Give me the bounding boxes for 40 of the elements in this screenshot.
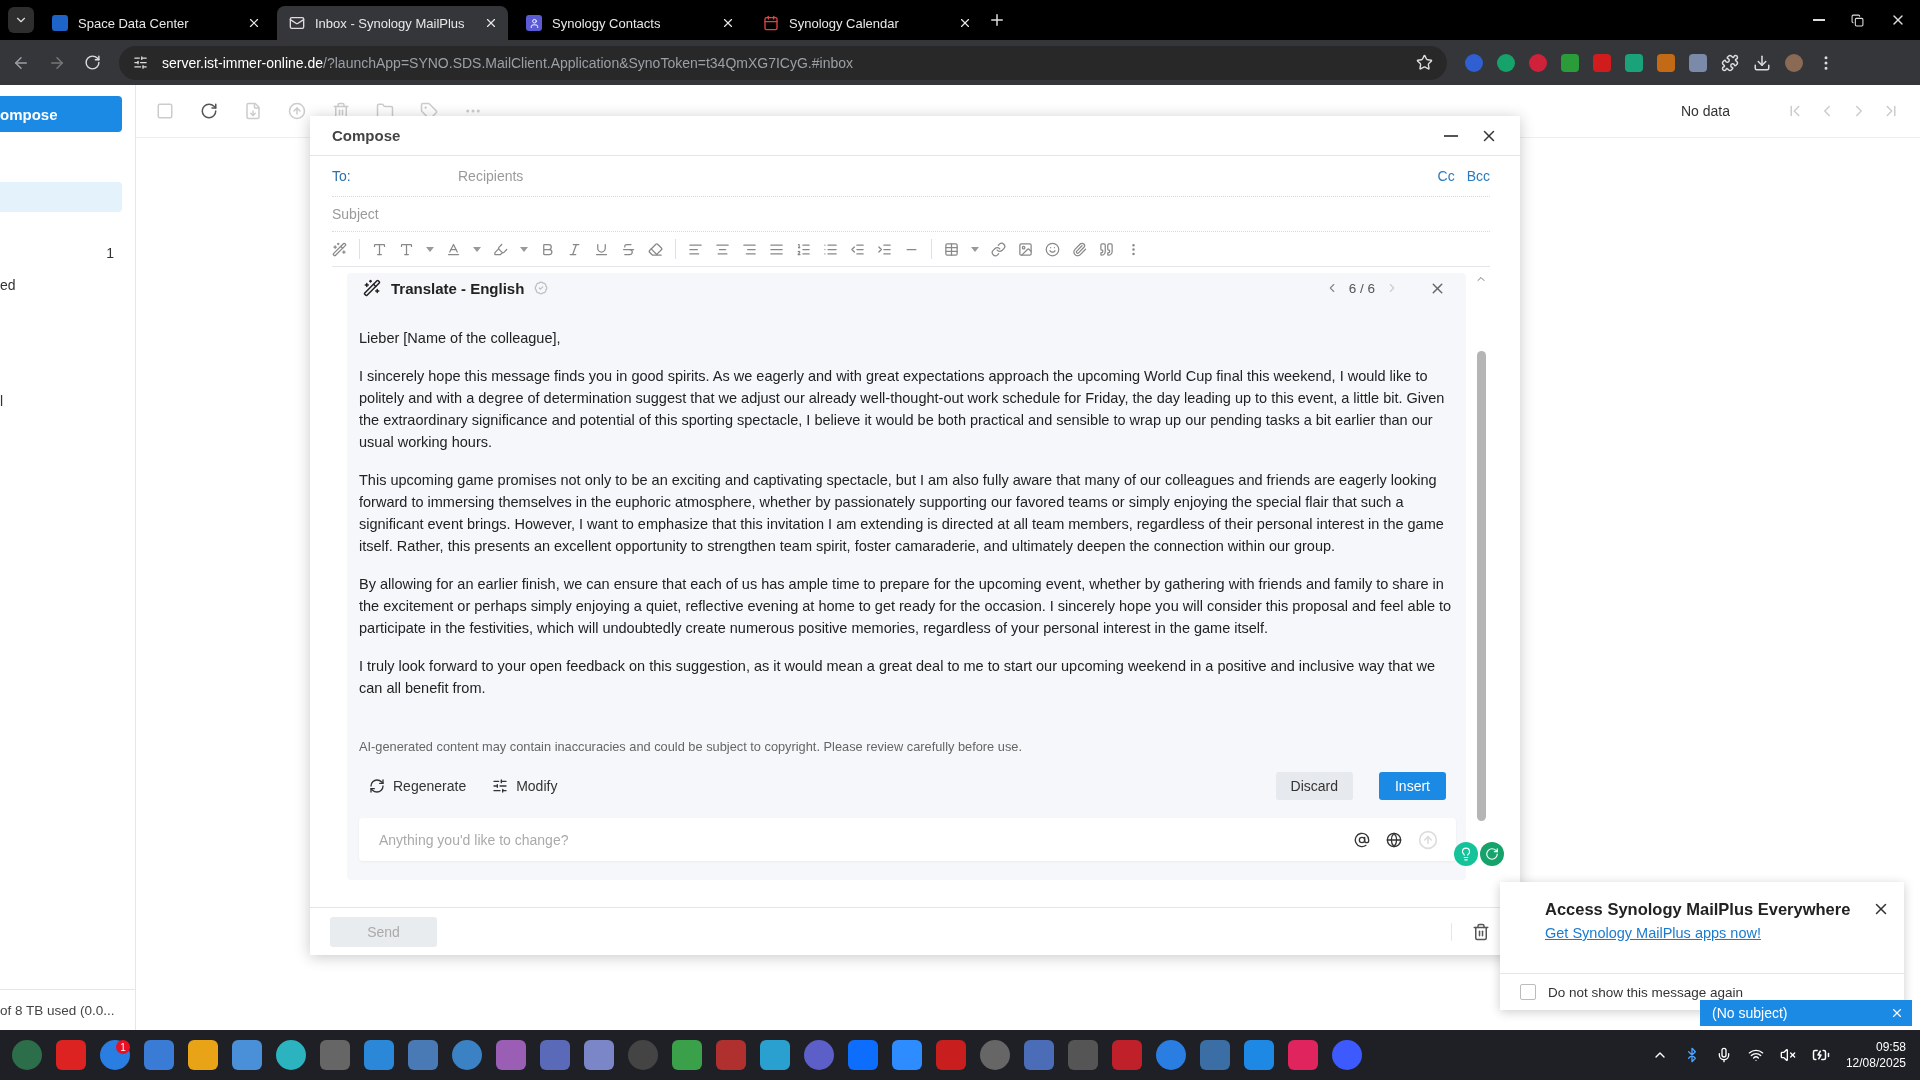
result-paragraph: Lieber [Name of the colleague],	[359, 329, 562, 348]
checkbox-label: Do not show this message again	[1548, 984, 1744, 1000]
url-host: server.ist-immer-online.de	[162, 54, 324, 71]
prompt-input[interactable]: Anything you'd like to change?	[377, 830, 1338, 849]
prompt-field[interactable]: Anything you'd like to change?	[359, 818, 1456, 861]
compose-button[interactable]: ompose	[0, 96, 122, 132]
regenerate-button[interactable]: Regenerate	[369, 774, 467, 798]
app-icon[interactable]: 1	[100, 1040, 130, 1070]
ai-title: Translate - English	[391, 279, 525, 297]
unread-count: 1	[106, 245, 114, 261]
browser-tab[interactable]: Synology Contacts	[514, 6, 745, 40]
ai-disclaimer: AI-generated content may contain inaccuracies and could be subject to copyright. Please review carefully before use.	[359, 739, 1023, 754]
result-counter: 6 / 6	[1348, 280, 1375, 296]
browser-tab[interactable]: Inbox - Synology MailPlus	[277, 6, 508, 40]
result-paragraph: This upcoming game promises not only to be an exciting and captivating spectacle, but I am also fully aware that many of our colleagues and friends are eagerly looking forward to immersing themselves in the euphoric atmosphere, whether by passionately supporting our favored teams or simply enjoying the special flair that such a significant event brings. However, I want to emphasize that this invitation I am extending is directed at all team members, regardless of their personal interest in the game itself. Rather, this presents an excellent opportunity to strengthen team spirit, foster camaraderie, and ultimately deepen the connection within our group.	[359, 471, 1445, 556]
folder-label: ed	[0, 277, 16, 293]
status-text: No data	[1680, 103, 1730, 119]
apps-link[interactable]: Get Synology MailPlus apps now!	[1545, 925, 1851, 941]
result-paragraph: I sincerely hope this message finds you in good spirits. As we eagerly and with great expectations approach the upcoming World Cup final this weekend, I would like to politely and with a degree of determination suggest that we adjust our already well-thought-out work schedule for Friday, the day leading up to this event, a little bit. Given the extraordinary significance and potential of this sporting spectacle, I believe it would be both practical and sensible to wrap up our pending tasks a bit earlier than our usual working hours.	[359, 367, 1446, 452]
browser-tab[interactable]: Space Data Center	[40, 6, 271, 40]
insert-button[interactable]: Insert	[1379, 772, 1446, 800]
url-path: /?launchApp=SYNO.SDS.MailClient.Application&SynoToken=t34QmXG7ICyG.#inbox	[323, 54, 853, 71]
folder-item[interactable]: ed	[0, 270, 122, 300]
dialog-title: Compose	[332, 127, 401, 144]
clock[interactable]: 09:58 12/08/2025	[1845, 1039, 1906, 1071]
folder-label: l	[0, 393, 4, 409]
result-paragraph: By allowing for an earlier finish, we can ensure that each of us has ample time to prepare for the upcoming event, whether by gathering with friends and family to share in the excitement or perhaps simply enjoying a quiet, reflective evening at home to get ready for the occasion. I sincerely hope you will consider this proposal and feel able to participate in the festivities, which will undoubtedly create numerous positive memories, regardless of your personal interest in the game itself.	[359, 575, 1453, 638]
folder-item[interactable]: 1	[0, 238, 122, 268]
cc-link[interactable]: Cc	[1437, 168, 1455, 184]
result-paragraph: I truly look forward to your open feedback on this suggestion, as it would mean a great deal to me to start our upcoming weekend in a positive and inclusive way that we can all benefit from.	[359, 657, 1437, 698]
address-bar[interactable]: server.ist-immer-online.de/?launchApp=SYNO.SDS.MailClient.Application&SynoToken=t34QmXG7ICyG.#inbox	[119, 45, 1447, 80]
bcc-link[interactable]: Bcc	[1466, 168, 1490, 184]
notification-badge: 1	[116, 1040, 130, 1054]
discard-button[interactable]: Discard	[1275, 772, 1353, 800]
folder-item[interactable]: l	[0, 386, 122, 416]
minimized-draft-bar[interactable]: (No subject)	[1700, 1000, 1912, 1026]
browser-tab[interactable]: Synology Calendar	[751, 6, 982, 40]
modify-button[interactable]: Modify	[492, 774, 558, 798]
to-label: To:	[332, 168, 352, 184]
notification-title: Access Synology MailPlus Everywhere	[1545, 900, 1851, 919]
